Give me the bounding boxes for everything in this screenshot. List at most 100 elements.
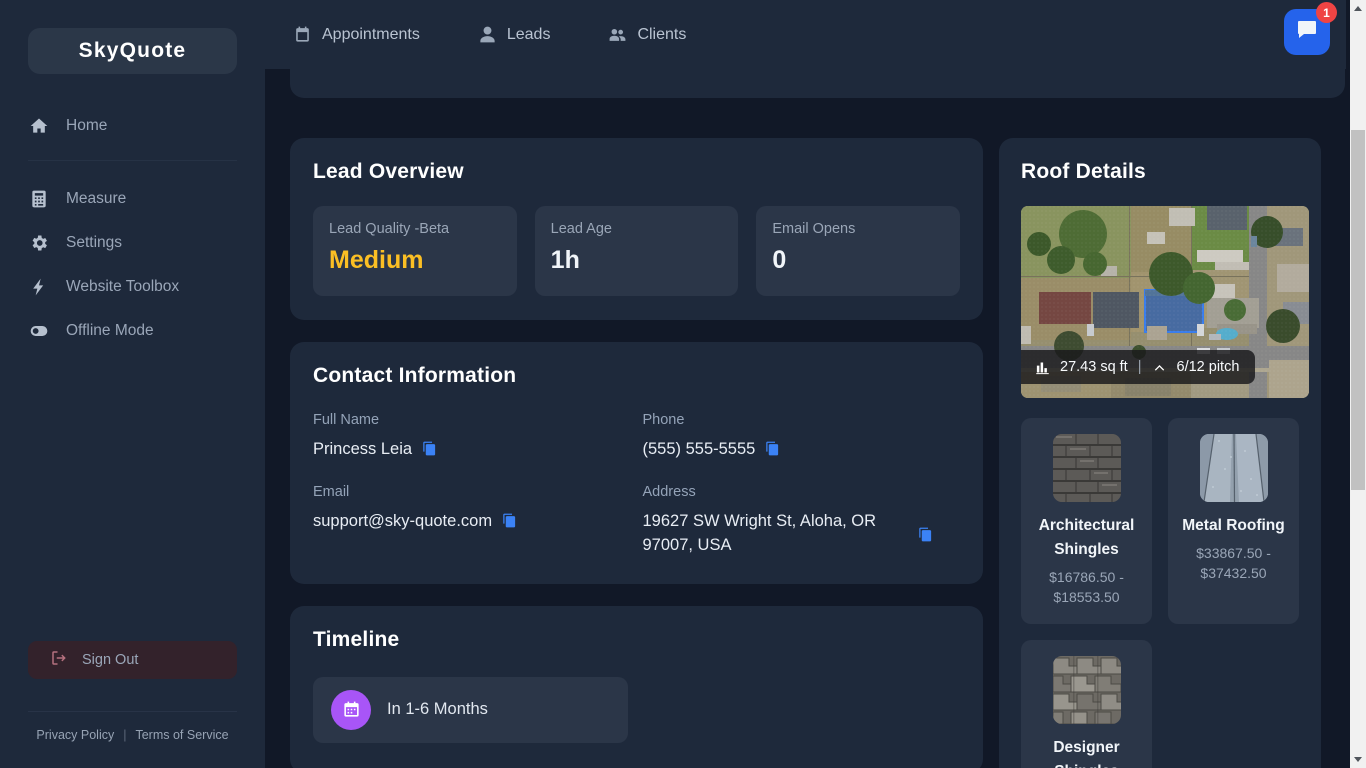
sidebar-item-label: Home xyxy=(66,117,108,134)
field-label: Email xyxy=(313,483,350,500)
timeline-entry-label: In 1-6 Months xyxy=(387,700,488,719)
timeline-entry: In 1-6 Months xyxy=(313,676,628,743)
app-root: SkyQuote Home Measure Settings Website T… xyxy=(0,0,1366,768)
user-icon xyxy=(478,25,497,44)
gear-icon xyxy=(28,232,50,254)
tab-leads[interactable]: Leads xyxy=(478,25,551,44)
tab-appointments[interactable]: Appointments xyxy=(293,25,420,44)
sidebar-item-offline-mode[interactable]: Offline Mode xyxy=(0,309,265,353)
scrollbar-thumb[interactable] xyxy=(1351,130,1365,490)
sidebar-item-website-toolbox[interactable]: Website Toolbox xyxy=(0,265,265,309)
material-card-architectural-shingles[interactable]: Architectural Shingles $16786.50 - $1855… xyxy=(1021,418,1152,624)
footer-separator: | xyxy=(123,728,127,742)
stat-label: Lead Quality -Beta xyxy=(329,221,450,237)
material-name: Metal Roofing xyxy=(1182,517,1285,534)
timeline-title: Timeline xyxy=(313,627,400,651)
stat-value: Medium xyxy=(329,246,424,274)
main-area: Update the status to track lead progress… xyxy=(265,0,1366,768)
roof-measurement-chip: 27.43 sq ft | 6/12 pitch xyxy=(1021,350,1256,384)
copy-icon[interactable] xyxy=(918,527,933,542)
field-value: support@sky-quote.com xyxy=(313,511,493,530)
roof-details-title: Roof Details xyxy=(1021,160,1146,183)
sidebar-item-label: Settings xyxy=(66,234,123,251)
copy-icon[interactable] xyxy=(422,441,437,456)
roof-details-card: Roof Details 27.43 sq ft | 6/12 pitch Ar… xyxy=(999,138,1321,768)
aerial-roof-map[interactable]: 27.43 sq ft | 6/12 pitch xyxy=(1021,206,1309,398)
stat-value: 1h xyxy=(550,246,580,274)
material-name: Designer Shingles xyxy=(1053,738,1120,768)
asphalt-shingle-texture xyxy=(1052,434,1121,502)
copy-icon[interactable] xyxy=(502,513,517,528)
copy-icon[interactable] xyxy=(765,441,780,456)
users-icon xyxy=(608,25,627,44)
tab-label: Leads xyxy=(506,25,551,43)
contact-field-email: Email support@sky-quote.com xyxy=(313,484,631,558)
sidebar-divider xyxy=(28,160,237,161)
stat-label: Lead Age xyxy=(550,221,612,237)
content-columns: Lead Overview Lead Quality -Beta Medium … xyxy=(290,138,1321,768)
stat-lead-quality: Lead Quality -Beta Medium xyxy=(313,206,517,296)
tab-clients[interactable]: Clients xyxy=(608,25,686,44)
lead-overview-title: Lead Overview xyxy=(313,160,464,183)
field-value: (555) 555-5555 xyxy=(642,440,756,458)
contact-field-address: Address 19627 SW Wright St, Aloha, OR 97… xyxy=(643,484,961,558)
field-value-row: 19627 SW Wright St, Aloha, OR 97007, USA xyxy=(643,510,933,558)
lead-overview-stats: Lead Quality -Beta Medium Lead Age 1h Em… xyxy=(313,206,961,296)
ruler-icon xyxy=(1035,360,1050,375)
contact-field-full-name: Full Name Princess Leia xyxy=(313,412,631,462)
sign-out-label: Sign Out xyxy=(82,652,139,668)
scroll-up-arrow-icon[interactable] xyxy=(1350,0,1366,17)
material-card-metal-roofing[interactable]: Metal Roofing $33867.50 - $37432.50 xyxy=(1168,418,1299,624)
sidebar-footer-links: Privacy Policy | Terms of Service xyxy=(0,728,265,768)
roof-materials-grid: Architectural Shingles $16786.50 - $1855… xyxy=(1021,418,1299,768)
timeline-card: Timeline In 1-6 Months xyxy=(290,605,983,768)
material-name: Architectural Shingles xyxy=(1038,517,1135,559)
privacy-policy-link[interactable]: Privacy Policy xyxy=(36,728,114,742)
roof-pitch-value: 6/12 pitch xyxy=(1176,359,1240,375)
sidebar-item-measure[interactable]: Measure xyxy=(0,177,265,221)
sidebar-item-settings[interactable]: Settings xyxy=(0,221,265,265)
stat-label: Email Opens xyxy=(772,221,856,237)
field-value: 19627 SW Wright St, Aloha, OR 97007, USA xyxy=(642,511,877,554)
contact-field-phone: Phone (555) 555-5555 xyxy=(643,412,961,462)
brand-logo[interactable]: SkyQuote xyxy=(28,28,237,74)
material-card-designer-shingles[interactable]: Designer Shingles $20615.00 - xyxy=(1021,639,1152,768)
terms-of-service-link[interactable]: Terms of Service xyxy=(135,728,228,742)
toggle-off-icon xyxy=(28,320,50,342)
left-column: Lead Overview Lead Quality -Beta Medium … xyxy=(290,138,983,768)
sign-out-button[interactable]: Sign Out xyxy=(28,641,237,679)
scroll-down-arrow-icon[interactable] xyxy=(1350,751,1366,768)
stat-lead-age: Lead Age 1h xyxy=(534,206,739,296)
contact-information-card: Contact Information Full Name Princess L… xyxy=(290,342,983,584)
right-column: Roof Details 27.43 sq ft | 6/12 pitch Ar… xyxy=(999,138,1321,768)
metal-panel-texture xyxy=(1199,434,1268,502)
material-price: $33867.50 - $37432.50 xyxy=(1196,545,1271,582)
sidebar-item-label: Offline Mode xyxy=(66,322,154,339)
sidebar-secondary-nav: Measure Settings Website Toolbox Offline… xyxy=(0,177,265,353)
sidebar-item-label: Measure xyxy=(66,190,127,207)
chat-unread-badge: 1 xyxy=(1316,2,1337,23)
roof-area-value: 27.43 sq ft xyxy=(1060,359,1128,375)
top-navigation-bar: Appointments Leads Clients xyxy=(265,0,1346,69)
sidebar-primary-nav: Home xyxy=(0,106,265,146)
designer-shingle-texture xyxy=(1052,655,1121,724)
sign-out-icon xyxy=(50,649,68,671)
calendar-icon xyxy=(331,689,371,730)
bolt-icon xyxy=(28,276,50,298)
sidebar-footer-divider xyxy=(28,711,237,712)
home-icon xyxy=(28,115,50,137)
calculator-icon xyxy=(28,188,50,210)
sidebar: SkyQuote Home Measure Settings Website T… xyxy=(0,0,265,768)
field-value-row: (555) 555-5555 xyxy=(643,438,961,462)
field-value-row: Princess Leia xyxy=(313,438,631,462)
field-label: Address xyxy=(642,483,696,500)
stat-value: 0 xyxy=(772,246,787,274)
sidebar-item-home[interactable]: Home xyxy=(0,106,265,146)
material-price: $16786.50 - $18553.50 xyxy=(1049,569,1124,606)
chat-widget-button[interactable]: 1 xyxy=(1284,2,1337,55)
tab-label: Appointments xyxy=(322,25,420,43)
sidebar-item-label: Website Toolbox xyxy=(66,278,180,295)
page-scrollbar[interactable] xyxy=(1350,0,1366,768)
field-value: Princess Leia xyxy=(313,440,413,458)
